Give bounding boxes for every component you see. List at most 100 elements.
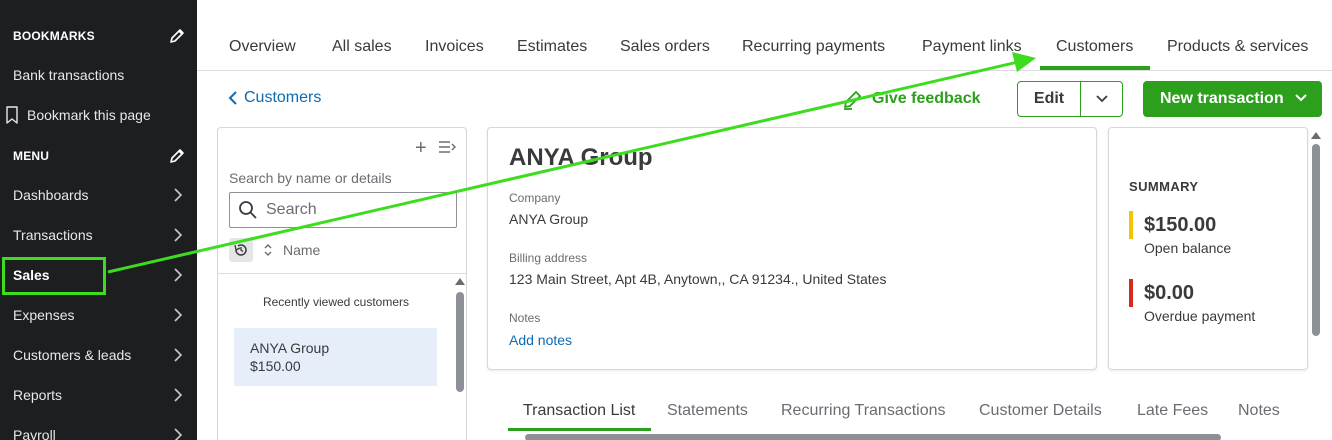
chevron-right-icon — [174, 228, 183, 242]
customer-list-item-amount: $150.00 — [250, 358, 301, 374]
edit-button-group: Edit — [1017, 81, 1123, 117]
search-label: Search by name or details — [229, 170, 392, 186]
sidebar-item-label: Reports — [13, 387, 63, 403]
sort-icon — [264, 244, 272, 256]
chevron-right-icon — [174, 388, 183, 402]
tab-transaction-list[interactable]: Transaction List — [523, 402, 635, 420]
chevron-left-icon — [228, 91, 237, 105]
customer-list-item[interactable]: ANYA Group $150.00 — [234, 328, 437, 386]
sidebar-item-payroll[interactable]: Payroll — [0, 415, 197, 440]
billing-address-label: Billing address — [509, 251, 588, 265]
list-divider — [218, 273, 466, 274]
add-notes-link[interactable]: Add notes — [509, 332, 572, 348]
edit-button[interactable]: Edit — [1018, 82, 1081, 116]
page-scrollbar[interactable] — [1310, 127, 1322, 370]
give-feedback-button[interactable]: Give feedback — [842, 88, 981, 110]
company-value: ANYA Group — [509, 211, 589, 227]
tab-statements[interactable]: Statements — [667, 402, 748, 420]
scroll-up-arrow-icon[interactable] — [455, 278, 465, 285]
sort-name-label: Name — [283, 242, 321, 258]
chevron-down-icon — [1295, 94, 1307, 102]
chevron-right-icon — [174, 348, 183, 362]
open-balance-indicator — [1129, 211, 1133, 239]
bookmark-bank-transactions-label: Bank transactions — [13, 67, 125, 83]
tab-sales-orders[interactable]: Sales orders — [620, 38, 710, 56]
company-label: Company — [509, 191, 561, 205]
chevron-down-icon — [1095, 95, 1108, 103]
summary-card: SUMMARY $150.00 Open balance $0.00 Overd… — [1108, 127, 1308, 370]
tab-overview[interactable]: Overview — [229, 38, 296, 56]
customer-list-panel: + Search by name or details Name Recentl… — [217, 127, 467, 440]
tab-late-fees[interactable]: Late Fees — [1137, 402, 1208, 420]
tab-payment-links[interactable]: Payment links — [922, 38, 1022, 56]
bookmark-icon — [6, 106, 18, 124]
new-transaction-button[interactable]: New transaction — [1143, 81, 1322, 117]
tab-all-sales[interactable]: All sales — [332, 38, 392, 56]
list-scrollbar-thumb[interactable] — [456, 292, 464, 392]
bookmark-this-page-button[interactable]: Bookmark this page — [0, 95, 197, 135]
billing-address-value: 123 Main Street, Apt 4B, Anytown,, CA 91… — [509, 271, 887, 287]
horizontal-scrollbar-thumb[interactable] — [525, 434, 1221, 440]
open-balance-label: Open balance — [1144, 240, 1232, 256]
give-feedback-label: Give feedback — [872, 90, 981, 107]
overdue-indicator — [1129, 279, 1133, 307]
page-scrollbar-thumb[interactable] — [1312, 144, 1320, 336]
sidebar: BOOKMARKS Bank transactions Bookmark thi… — [0, 0, 197, 440]
chevron-right-icon — [174, 428, 183, 440]
history-icon[interactable] — [229, 238, 253, 262]
sidebar-item-dashboards[interactable]: Dashboards — [0, 175, 197, 215]
edit-dropdown-button[interactable] — [1081, 82, 1122, 116]
sales-tab-bar: Overview All sales Invoices Estimates Sa… — [197, 0, 1332, 71]
summary-title: SUMMARY — [1129, 179, 1199, 194]
overdue-label: Overdue payment — [1144, 308, 1256, 324]
sidebar-item-reports[interactable]: Reports — [0, 375, 197, 415]
back-link-label: Customers — [244, 89, 322, 106]
bookmark-bank-transactions[interactable]: Bank transactions — [0, 55, 197, 95]
sales-highlight-box — [2, 257, 106, 295]
customer-detail-card: ANYA Group Company ANYA Group Billing ad… — [487, 127, 1097, 370]
notes-label: Notes — [509, 311, 541, 325]
sidebar-item-label: Expenses — [13, 307, 75, 323]
sidebar-item-expenses[interactable]: Expenses — [0, 295, 197, 335]
tab-products-services[interactable]: Products & services — [1167, 38, 1308, 56]
edit-bookmarks-pencil-icon[interactable] — [168, 27, 186, 45]
active-bottom-tab-indicator — [508, 428, 651, 431]
overdue-amount: $0.00 — [1144, 282, 1195, 304]
tab-recurring-transactions[interactable]: Recurring Transactions — [781, 402, 946, 420]
list-options-icon[interactable] — [438, 140, 456, 154]
scroll-up-arrow-icon[interactable] — [1311, 132, 1321, 139]
tab-invoices[interactable]: Invoices — [425, 38, 484, 56]
chevron-right-icon — [174, 268, 183, 282]
tab-customers[interactable]: Customers — [1056, 38, 1133, 56]
back-to-customers-link[interactable]: Customers — [228, 89, 321, 107]
list-scrollbar[interactable] — [454, 278, 466, 440]
horizontal-scrollbar[interactable] — [507, 433, 1287, 440]
bookmarks-header: BOOKMARKS — [13, 29, 95, 43]
chevron-right-icon — [174, 188, 183, 202]
tab-recurring-payments[interactable]: Recurring payments — [742, 38, 885, 56]
search-icon — [239, 201, 257, 219]
sidebar-item-label: Customers & leads — [13, 347, 132, 363]
sidebar-item-customers-leads[interactable]: Customers & leads — [0, 335, 197, 375]
customer-name-title: ANYA Group — [509, 144, 653, 171]
tab-customer-details[interactable]: Customer Details — [979, 402, 1102, 420]
chevron-right-icon — [174, 308, 183, 322]
sidebar-item-label: Payroll — [13, 427, 56, 440]
sidebar-item-label: Dashboards — [13, 187, 89, 203]
feedback-pencil-icon — [844, 91, 861, 110]
tab-notes[interactable]: Notes — [1238, 402, 1280, 420]
open-balance-amount: $150.00 — [1144, 214, 1217, 236]
bookmark-this-page-label: Bookmark this page — [27, 107, 151, 123]
recently-viewed-label: Recently viewed customers — [262, 295, 410, 309]
sort-by-name[interactable]: Name — [229, 238, 320, 262]
active-tab-indicator — [1040, 66, 1150, 70]
add-customer-icon[interactable]: + — [415, 137, 427, 160]
search-input[interactable] — [266, 201, 446, 219]
customer-list-item-name: ANYA Group — [250, 340, 330, 356]
new-transaction-label: New transaction — [1160, 90, 1284, 107]
edit-menu-pencil-icon[interactable] — [168, 147, 186, 165]
sidebar-item-label: Transactions — [13, 227, 93, 243]
sidebar-item-transactions[interactable]: Transactions — [0, 215, 197, 255]
tab-estimates[interactable]: Estimates — [517, 38, 587, 56]
menu-header: MENU — [13, 149, 50, 163]
